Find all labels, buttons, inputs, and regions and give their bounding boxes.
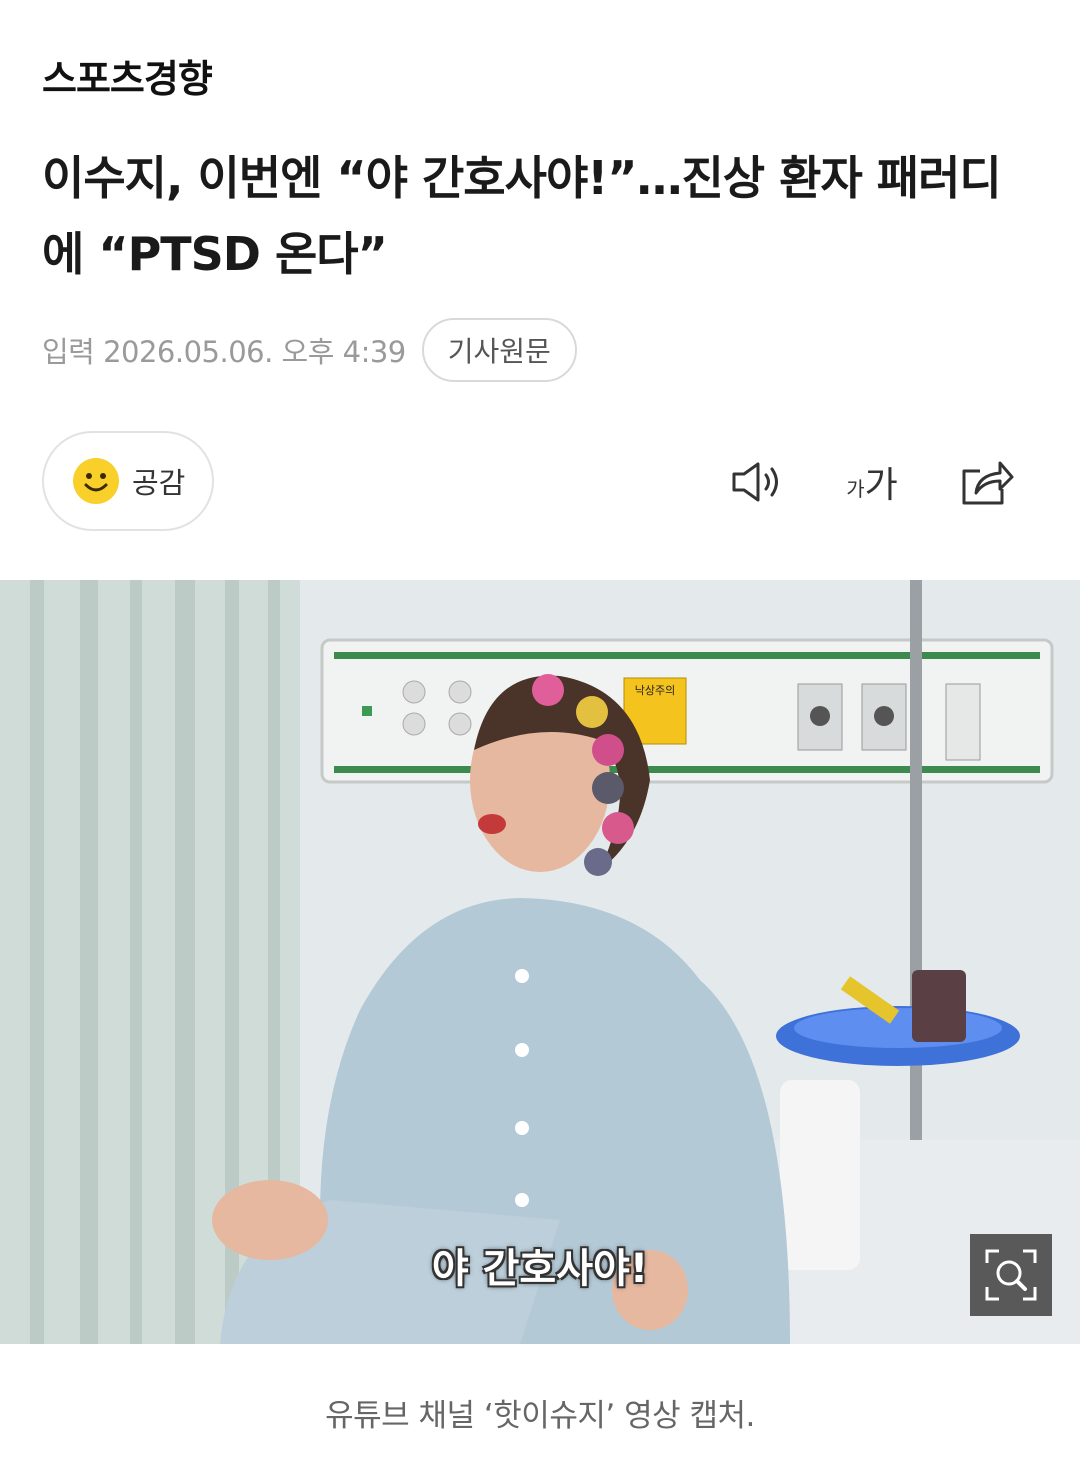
site-logo[interactable]: 스포츠경향	[42, 48, 213, 103]
reaction-label: 공감	[132, 466, 186, 500]
article-photo[interactable]: 낙상주의 야 간호사야!	[0, 580, 1080, 1344]
share-icon	[962, 461, 1014, 505]
font-size-button[interactable]: 가 가	[836, 452, 908, 512]
fall-warning-sign: 낙상주의	[635, 684, 675, 697]
reaction-button[interactable]: 공감	[42, 431, 214, 531]
font-size-small-label: 가	[846, 476, 865, 501]
article-meta: 입력 2026.05.06. 오후 4:39 기사원문	[42, 318, 577, 382]
speaker-icon	[732, 462, 778, 502]
font-size-big-label: 가	[864, 465, 898, 506]
video-subtitle: 야 간호사야!	[431, 1246, 649, 1292]
article-headline: 이수지, 이번엔 “야 간호사야!”…진상 환자 패러디에 “PTSD 온다”	[42, 151, 1002, 281]
original-article-label: 기사원문	[447, 335, 551, 368]
share-button[interactable]	[956, 452, 1016, 512]
zoom-button[interactable]	[970, 1234, 1052, 1316]
zoom-icon	[985, 1249, 1037, 1301]
hospital-scene-illustration: 낙상주의	[0, 580, 1080, 1344]
smiley-icon	[73, 458, 119, 504]
photo-caption: 유튜브 채널 ‘핫이슈지’ 영상 캡처.	[325, 1398, 755, 1434]
listen-button[interactable]	[724, 452, 788, 512]
publish-date: 입력 2026.05.06. 오후 4:39	[42, 335, 406, 369]
original-article-button[interactable]: 기사원문	[421, 318, 577, 382]
